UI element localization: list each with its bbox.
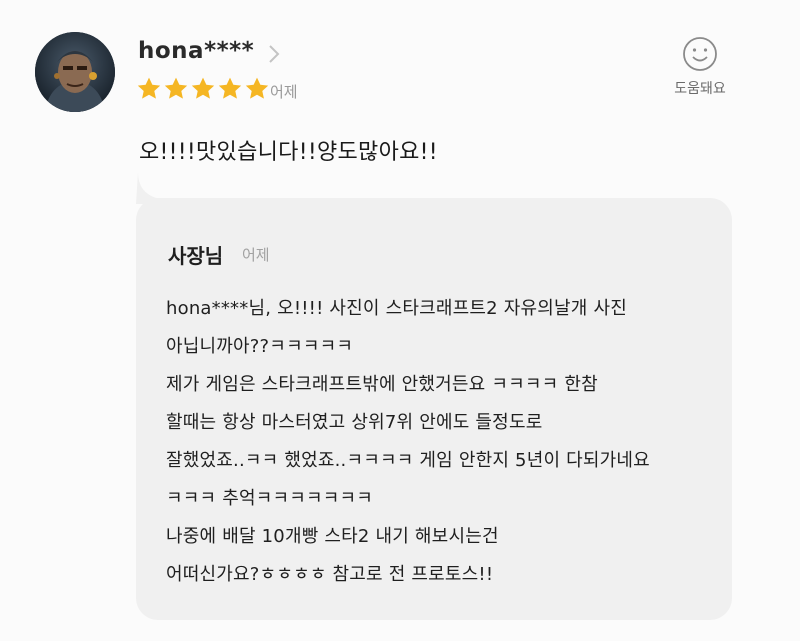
review-card: hona**** 어제 도움돼요 오!!!!맛있습니다!!양도많아요!! 사장님… xyxy=(0,0,800,641)
reply-date: 어제 xyxy=(242,246,270,264)
reply-line: 아닙니까아??ㅋㅋㅋㅋㅋ xyxy=(166,336,354,357)
chevron-right-icon[interactable] xyxy=(268,44,280,64)
star-icon xyxy=(191,77,215,99)
reply-line: hona****님, 오!!!! 사진이 스타크래프트2 자유의날개 사진 xyxy=(166,298,627,319)
owner-name: 사장님 xyxy=(168,244,224,268)
owner-reply: 사장님 어제 hona****님, 오!!!! 사진이 스타크래프트2 자유의날… xyxy=(132,172,732,622)
reply-line: 잘했었죠..ㅋㅋ 했었죠..ㅋㅋㅋㅋ 게임 안한지 5년이 다되가네요 xyxy=(166,450,650,471)
reply-bubble: 사장님 어제 hona****님, 오!!!! 사진이 스타크래프트2 자유의날… xyxy=(136,198,732,620)
rating-stars xyxy=(136,76,270,102)
reply-text: hona****님, 오!!!! 사진이 스타크래프트2 자유의날개 사진 아닙… xyxy=(166,290,726,594)
reply-line: 할때는 항상 마스터였고 상위7위 안에도 들정도로 xyxy=(166,412,543,433)
review-text: 오!!!!맛있습니다!!양도많아요!! xyxy=(139,140,438,165)
star-icon xyxy=(137,77,161,99)
star-icon xyxy=(164,77,188,99)
smiley-icon xyxy=(683,37,717,71)
reviewer-username[interactable]: hona**** xyxy=(138,38,254,64)
reply-line: 제가 게임은 스타크래프트밖에 안했거든요 ㅋㅋㅋㅋ 한참 xyxy=(166,374,598,395)
reply-line: ㅋㅋㅋ 추억ㅋㅋㅋㅋㅋㅋㅋ xyxy=(166,488,374,509)
star-icon xyxy=(245,77,269,99)
helpful-label: 도움돼요 xyxy=(674,81,726,97)
reply-line: 나중에 배달 10개빵 스타2 내기 해보시는건 xyxy=(166,526,499,547)
star-icon xyxy=(218,77,242,99)
helpful-button[interactable]: 도움돼요 xyxy=(664,36,736,98)
review-date: 어제 xyxy=(270,83,298,101)
avatar-image xyxy=(35,32,115,112)
avatar[interactable] xyxy=(35,32,115,112)
reply-line: 어떠신가요?ㅎㅎㅎㅎ 참고로 전 프로토스!! xyxy=(166,564,494,585)
